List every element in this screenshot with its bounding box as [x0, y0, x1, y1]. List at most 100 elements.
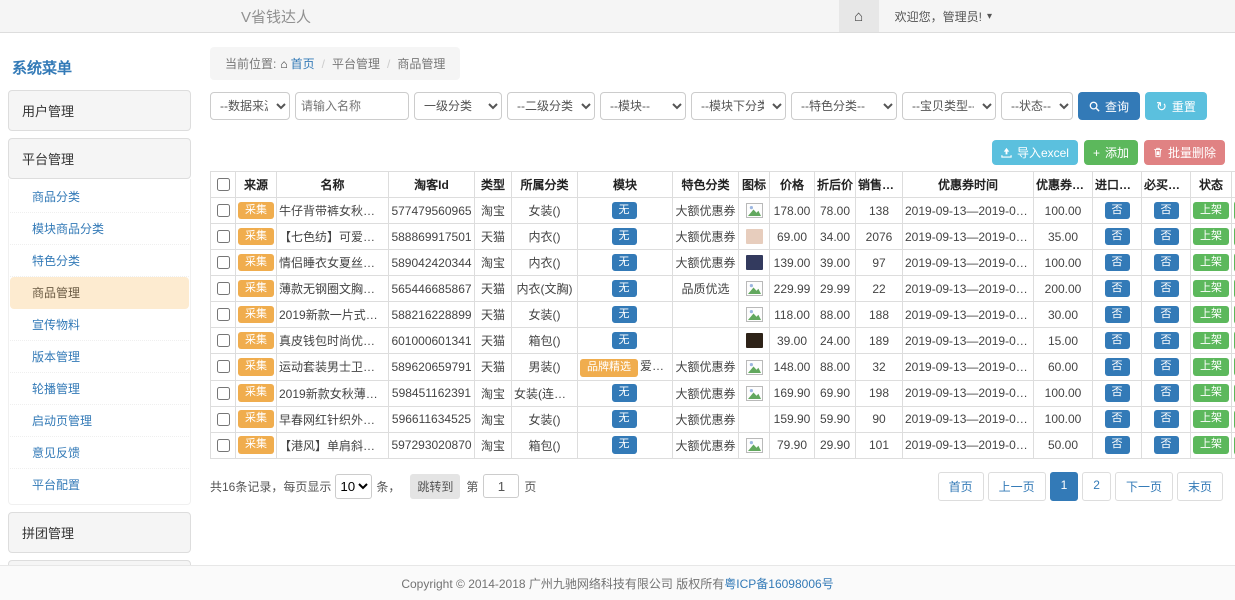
status-badge[interactable]: 上架	[1193, 254, 1229, 272]
sidebar-group-user[interactable]: 用户管理	[8, 90, 191, 131]
source-cell: 采集	[236, 354, 277, 381]
must-buy-badge[interactable]: 否	[1154, 332, 1179, 350]
must-buy-badge[interactable]: 否	[1154, 358, 1179, 376]
jump-page-input[interactable]	[483, 474, 519, 498]
import-select-badge[interactable]: 否	[1105, 306, 1130, 324]
breadcrumb-home-link[interactable]: 首页	[291, 57, 315, 71]
status-badge[interactable]: 上架	[1193, 202, 1229, 220]
row-checkbox[interactable]	[217, 360, 230, 373]
table-row: 采集 真皮钱包时尚优雅女士... 601000601341 天猫 箱包() 无 …	[211, 328, 1235, 354]
source-badge: 采集	[238, 306, 274, 324]
status-badge[interactable]: 上架	[1193, 306, 1229, 324]
feature-cell: 大额优惠券	[673, 224, 739, 250]
filter-select-category1[interactable]: 一级分类	[414, 92, 502, 120]
module-badge: 无	[612, 202, 637, 220]
row-checkbox[interactable]	[217, 439, 230, 452]
import-select-badge[interactable]: 否	[1105, 202, 1130, 220]
status-badge[interactable]: 上架	[1193, 358, 1229, 376]
must-buy-badge[interactable]: 否	[1154, 254, 1179, 272]
row-checkbox[interactable]	[217, 282, 230, 295]
column-header: 优惠券金额	[1034, 172, 1093, 198]
coupon-amount-cell: 30.00	[1034, 302, 1093, 328]
row-checkbox[interactable]	[217, 308, 230, 321]
status-badge[interactable]: 上架	[1193, 410, 1229, 428]
name-search-input[interactable]	[295, 92, 409, 120]
sidebar-subitem[interactable]: 启动页管理	[10, 405, 189, 437]
pager-button[interactable]: 末页	[1177, 472, 1223, 501]
status-badge[interactable]: 上架	[1193, 228, 1229, 246]
import-select-badge[interactable]: 否	[1105, 410, 1130, 428]
search-button[interactable]: 查询	[1078, 92, 1140, 120]
filter-select-module[interactable]: --模块--	[600, 92, 686, 120]
source-badge: 采集	[238, 410, 274, 428]
sidebar-group[interactable]: 拼团管理	[8, 512, 191, 553]
pager-button[interactable]: 上一页	[988, 472, 1046, 501]
status-badge[interactable]: 上架	[1193, 332, 1229, 350]
taoke-id-cell: 596611634525	[389, 406, 475, 432]
import-select-badge[interactable]: 否	[1105, 384, 1130, 402]
import-select-badge[interactable]: 否	[1105, 358, 1130, 376]
column-header: 特色分类	[673, 172, 739, 198]
pager-button[interactable]: 2	[1082, 472, 1111, 501]
status-badge[interactable]: 上架	[1193, 436, 1229, 454]
taoke-id-cell: 565446685867	[389, 276, 475, 302]
filter-select-module-sub[interactable]: --模块下分类--	[691, 92, 786, 120]
row-checkbox[interactable]	[217, 387, 230, 400]
pager-button[interactable]: 下一页	[1115, 472, 1173, 501]
filter-select-status[interactable]: --状态--	[1001, 92, 1073, 120]
import-select-badge[interactable]: 否	[1105, 280, 1130, 298]
sidebar-group-platform[interactable]: 平台管理	[8, 138, 191, 179]
pager-button[interactable]: 首页	[938, 472, 984, 501]
row-checkbox[interactable]	[217, 256, 230, 269]
page-size-select[interactable]: 10	[335, 474, 372, 499]
must-buy-badge[interactable]: 否	[1154, 306, 1179, 324]
sidebar-subitem[interactable]: 意见反馈	[10, 437, 189, 469]
source-badge: 采集	[238, 202, 274, 220]
add-button[interactable]: + 添加	[1084, 140, 1138, 165]
sidebar-subitem[interactable]: 模块商品分类	[10, 213, 189, 245]
select-all-checkbox[interactable]	[217, 178, 230, 191]
import-select-badge[interactable]: 否	[1105, 332, 1130, 350]
row-checkbox[interactable]	[217, 334, 230, 347]
filter-select-data-source[interactable]: --数据来源--	[210, 92, 290, 120]
status-badge[interactable]: 上架	[1193, 280, 1229, 298]
sidebar-subitem[interactable]: 商品管理	[10, 277, 189, 309]
must-buy-badge[interactable]: 否	[1154, 228, 1179, 246]
sidebar-subitem[interactable]: 特色分类	[10, 245, 189, 277]
must-buy-badge[interactable]: 否	[1154, 436, 1179, 454]
price-cell: 39.00	[770, 328, 815, 354]
batch-delete-button[interactable]: 批量删除	[1144, 140, 1225, 165]
sales-cell: 22	[856, 276, 903, 302]
sidebar-subitem[interactable]: 轮播管理	[10, 373, 189, 405]
filter-select-category2[interactable]: --二级分类--	[507, 92, 595, 120]
sidebar-subitem[interactable]: 版本管理	[10, 341, 189, 373]
user-menu[interactable]: 欢迎您，管理员! ▾	[895, 0, 992, 32]
import-select-badge[interactable]: 否	[1105, 436, 1130, 454]
reset-button[interactable]: ↻ 重置	[1145, 92, 1207, 120]
filter-select-item-type[interactable]: --宝贝类型--	[902, 92, 996, 120]
import-excel-button[interactable]: 导入excel	[992, 140, 1078, 165]
row-checkbox[interactable]	[217, 204, 230, 217]
sidebar-subitem[interactable]: 商品分类	[10, 181, 189, 213]
sidebar-subitem[interactable]: 平台配置	[10, 469, 189, 500]
category-cell: 内衣()	[512, 224, 578, 250]
status-badge[interactable]: 上架	[1193, 384, 1229, 402]
category-cell: 男装()	[512, 354, 578, 381]
icp-link[interactable]: 粤ICP备16098006号	[724, 575, 833, 592]
row-checkbox[interactable]	[217, 413, 230, 426]
import-select-badge[interactable]: 否	[1105, 228, 1130, 246]
must-buy-badge[interactable]: 否	[1154, 280, 1179, 298]
must-buy-badge[interactable]: 否	[1154, 384, 1179, 402]
column-header: 进口优选	[1093, 172, 1142, 198]
sidebar-subitem[interactable]: 宣传物料	[10, 309, 189, 341]
must-buy-badge[interactable]: 否	[1154, 410, 1179, 428]
discount-price-cell: 24.00	[815, 328, 856, 354]
must-buy-badge[interactable]: 否	[1154, 202, 1179, 220]
filter-select-feature[interactable]: --特色分类--	[791, 92, 897, 120]
import-select-badge[interactable]: 否	[1105, 254, 1130, 272]
taoke-id-cell: 588869917501	[389, 224, 475, 250]
jump-button[interactable]: 跳转到	[410, 474, 460, 499]
row-checkbox[interactable]	[217, 230, 230, 243]
home-button[interactable]: ⌂	[839, 0, 879, 32]
pager-button[interactable]: 1	[1050, 472, 1079, 501]
